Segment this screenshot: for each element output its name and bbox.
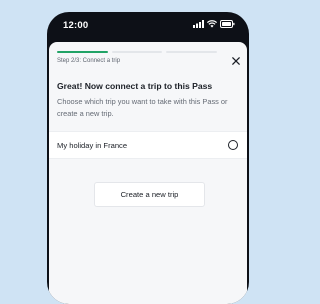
status-bar: 12:00 <box>47 12 249 40</box>
trip-option-label: My holiday in France <box>57 141 128 150</box>
step-label: Step 2/3: Connect a trip <box>57 58 121 64</box>
battery-icon <box>220 20 235 28</box>
trip-radio-button[interactable] <box>228 140 238 150</box>
signal-icon <box>193 20 204 28</box>
close-icon <box>232 57 240 65</box>
connect-trip-sheet: Step 2/3: Connect a trip Great! Now conn… <box>49 42 247 304</box>
page-title: Great! Now connect a trip to this Pass <box>57 81 213 91</box>
wifi-icon <box>207 20 217 28</box>
create-new-trip-button[interactable]: Create a new trip <box>94 182 205 207</box>
status-icons <box>193 20 235 28</box>
status-time: 12:00 <box>63 20 89 31</box>
page-description: Choose which trip you want to take with … <box>57 97 228 118</box>
trip-option-row[interactable]: My holiday in France <box>49 131 247 159</box>
progress-segment <box>111 51 163 53</box>
close-button[interactable] <box>230 55 242 67</box>
phone-frame: 12:00 Step 2/3: Connect a trip Great! No… <box>47 12 249 304</box>
step-progress-bar <box>57 51 218 53</box>
progress-segment <box>166 51 218 53</box>
progress-segment <box>57 51 108 53</box>
